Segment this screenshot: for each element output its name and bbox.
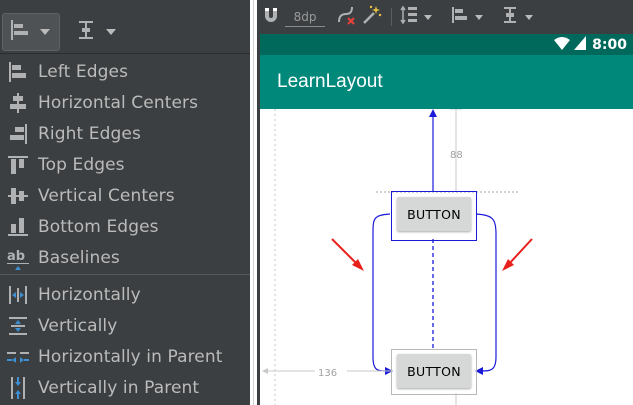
align-left-edges-icon [8, 18, 32, 46]
menu-item-label: Vertically in Parent [38, 377, 200, 398]
wifi-icon [554, 35, 571, 54]
menu-item-right-edges[interactable]: Right Edges [0, 118, 250, 149]
distribute-dropdown-button-small[interactable] [500, 5, 533, 29]
menu-item-center-vertically-in-parent[interactable]: Vertically in Parent [0, 372, 250, 403]
center-horizontally-in-parent-icon [6, 345, 30, 369]
button-top[interactable]: BUTTON [397, 197, 471, 231]
magic-wand-icon [361, 4, 383, 30]
annotation-arrow-left [331, 238, 359, 266]
annotation-arrow-right [507, 238, 533, 266]
right-constraint-bracket [475, 213, 497, 372]
status-time: 8:00 [592, 36, 627, 53]
align-dropdown-panel: Left Edges Horizontal Centers Right Edge… [0, 0, 250, 405]
align-left-edges-icon [6, 60, 30, 84]
screenshot-root: Left Edges Horizontal Centers Right Edge… [0, 0, 633, 405]
distribute-vertical-icon [74, 18, 98, 46]
center-vertically-icon [6, 314, 30, 338]
margin-left-label: 136 [318, 368, 337, 379]
menu-item-left-edges[interactable]: Left Edges [0, 56, 250, 87]
layout-canvas: 88 136 BUTTON BUTTON [260, 109, 633, 405]
align-dropdown-button[interactable] [2, 13, 60, 51]
align-menu: Left Edges Horizontal Centers Right Edge… [0, 53, 250, 405]
menu-item-top-edges[interactable]: Top Edges [0, 149, 250, 180]
left-toolbar [0, 0, 250, 53]
margin-top-label: 88 [450, 150, 463, 161]
menu-item-label: Bottom Edges [38, 216, 159, 237]
center-vertically-in-parent-icon [6, 376, 30, 400]
align-top-edges-icon [6, 153, 30, 177]
top-constraint-arrowhead [429, 109, 437, 117]
chevron-down-icon [40, 29, 50, 35]
menu-item-center-horizontally[interactable]: Horizontally [0, 279, 250, 310]
device-preview: 8:00 LearnLayout 88 136 BUTTON BUTTON [260, 34, 633, 405]
panel-divider [250, 0, 257, 405]
menu-item-label: Vertical Centers [38, 185, 175, 206]
editor-toolbar: 8dp [257, 0, 633, 34]
align-right-edges-icon [6, 122, 30, 146]
app-title: LearnLayout [277, 71, 383, 92]
baseline-glyph: ab [7, 249, 25, 264]
menu-item-label: Baselines [38, 247, 120, 268]
align-baselines-icon: ab [6, 246, 30, 270]
chevron-down-icon [525, 14, 533, 20]
menu-separator [0, 274, 250, 275]
align-horizontal-centers-icon [6, 91, 30, 115]
app-bar: LearnLayout [260, 55, 633, 109]
menu-item-label: Horizontal Centers [38, 92, 199, 113]
magnet-toggle-button[interactable] [261, 5, 281, 29]
clear-constraints-icon [335, 4, 357, 30]
menu-item-label: Right Edges [38, 123, 141, 144]
default-margin-field[interactable]: 8dp [285, 7, 325, 27]
align-vertical-centers-icon [6, 184, 30, 208]
layout-editor: 8dp 8:00 LearnLayout 88 136 BUTTON BUTTO… [257, 0, 633, 405]
align-left-edges-icon [450, 5, 470, 29]
menu-item-label: Horizontally [38, 284, 141, 305]
menu-item-horizontal-centers[interactable]: Horizontal Centers [0, 87, 250, 118]
toolbar-separator [391, 8, 392, 26]
left-constraint-bracket [372, 213, 391, 372]
menu-item-label: Left Edges [38, 61, 129, 82]
menu-item-center-horizontally-in-parent[interactable]: Horizontally in Parent [0, 341, 250, 372]
button-bottom[interactable]: BUTTON [397, 354, 471, 388]
menu-item-label: Vertically [38, 315, 118, 336]
magnet-icon [261, 5, 281, 29]
distribute-dropdown-button[interactable] [70, 13, 120, 51]
menu-item-center-vertically[interactable]: Vertically [0, 310, 250, 341]
menu-item-bottom-edges[interactable]: Bottom Edges [0, 211, 250, 242]
pack-icon [399, 5, 419, 29]
menu-item-label: Top Edges [38, 154, 125, 175]
battery-icon [574, 35, 587, 54]
menu-item-vertical-centers[interactable]: Vertical Centers [0, 180, 250, 211]
infer-constraints-button[interactable] [361, 5, 383, 29]
menu-item-baselines[interactable]: ab Baselines [0, 242, 250, 273]
chevron-down-icon [424, 14, 432, 20]
align-dropdown-button-small[interactable] [450, 5, 483, 29]
distribute-vertical-icon [500, 5, 520, 29]
center-horizontally-icon [6, 283, 30, 307]
clear-constraints-button[interactable] [335, 5, 357, 29]
menu-item-label: Horizontally in Parent [38, 346, 223, 367]
pack-dropdown-button[interactable] [399, 5, 432, 29]
chevron-down-icon [106, 29, 116, 35]
align-bottom-edges-icon [6, 215, 30, 239]
chevron-down-icon [475, 14, 483, 20]
status-bar: 8:00 [260, 34, 633, 55]
